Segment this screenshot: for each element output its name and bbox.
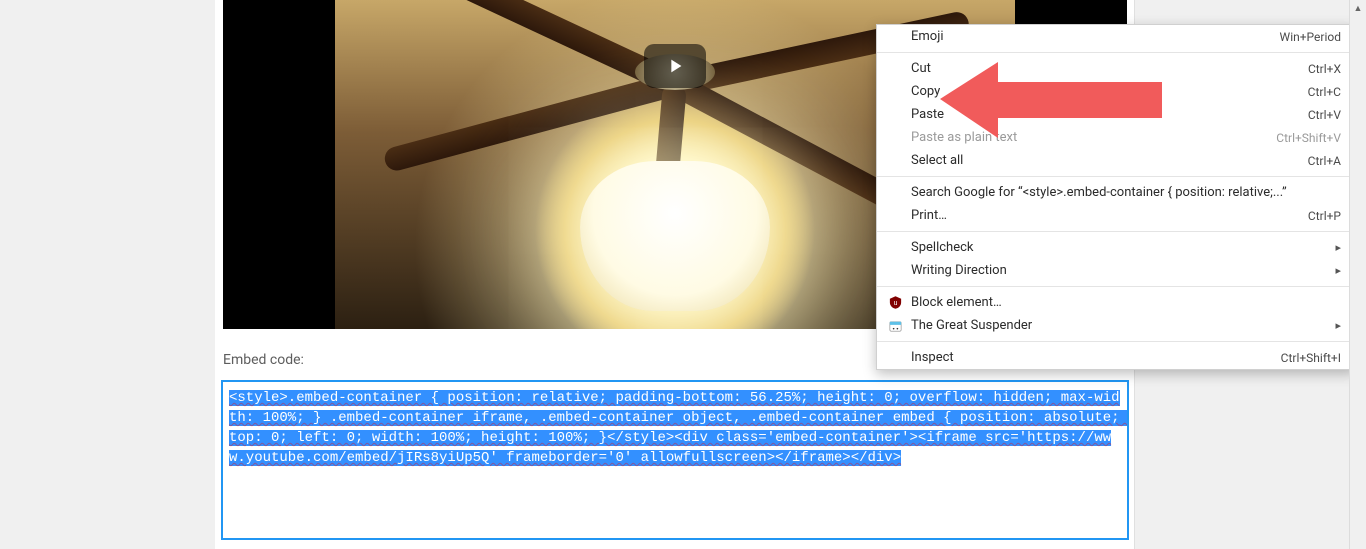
scrollbar-up-icon[interactable]: ▲ [1350,0,1366,17]
context-menu-item-paste[interactable]: Paste Ctrl+V [877,103,1355,126]
context-menu-separator [877,52,1355,53]
context-menu-item-spellcheck[interactable]: Spellcheck [877,236,1355,259]
context-menu-item-accelerator: Ctrl+Shift+V [1276,131,1341,145]
suspender-icon [887,318,903,334]
context-menu-item-label: Writing Direction [911,263,1007,278]
context-menu-item-inspect[interactable]: Inspect Ctrl+Shift+I [877,346,1355,369]
context-menu-item-accelerator: Win+Period [1280,30,1341,44]
decorative [382,73,678,174]
context-menu-item-block-element[interactable]: u Block element… [877,291,1355,314]
context-menu-item-search-google-for-style-embed-container-[interactable]: Search Google for “<style>.embed-contain… [877,181,1355,204]
decorative [580,161,770,311]
page-root: Embed code: <style>.embed-container { po… [0,0,1366,549]
context-menu-item-label: The Great Suspender [911,318,1032,333]
context-menu-separator [877,286,1355,287]
context-menu-item-label: Paste [911,107,944,122]
context-menu-item-label: Block element… [911,295,1002,310]
context-menu-separator [877,231,1355,232]
context-menu-item-cut[interactable]: Cut Ctrl+X [877,57,1355,80]
context-menu-item-the-great-suspender[interactable]: The Great Suspender [877,314,1355,337]
svg-text:u: u [893,300,897,307]
context-menu-item-writing-direction[interactable]: Writing Direction [877,259,1355,282]
context-menu-item-label: Print… [911,208,947,223]
vertical-scrollbar[interactable]: ▲ [1349,0,1366,549]
context-menu: Emoji Win+Period Cut Ctrl+X Copy Ctrl+C Paste C… [876,24,1356,370]
context-menu-item-copy[interactable]: Copy Ctrl+C [877,80,1355,103]
context-menu-item-label: Cut [911,61,931,76]
context-menu-item-accelerator: Ctrl+V [1308,108,1341,122]
context-menu-item-label: Emoji [911,29,943,44]
context-menu-item-label: Search Google for “<style>.embed-contain… [911,185,1287,200]
ublock-icon: u [887,295,903,311]
embed-code-selection: <style>.embed-container { position: rela… [229,390,1128,466]
play-icon [664,55,686,77]
context-menu-item-accelerator: Ctrl+Shift+I [1281,351,1341,365]
context-menu-separator [877,176,1355,177]
context-menu-item-accelerator: Ctrl+X [1308,62,1341,76]
context-menu-item-emoji[interactable]: Emoji Win+Period [877,25,1355,48]
context-menu-item-paste-as-plain-text: Paste as plain text Ctrl+Shift+V [877,126,1355,149]
context-menu-item-print[interactable]: Print… Ctrl+P [877,204,1355,227]
context-menu-item-label: Spellcheck [911,240,974,255]
embed-code-label: Embed code: [223,352,304,368]
embed-code-textarea[interactable]: <style>.embed-container { position: rela… [221,380,1129,540]
play-button[interactable] [644,44,706,88]
context-menu-item-label: Inspect [911,350,954,365]
context-menu-separator [877,341,1355,342]
context-menu-item-accelerator: Ctrl+P [1308,209,1341,223]
context-menu-item-label: Copy [911,84,940,99]
context-menu-item-label: Select all [911,153,963,168]
context-menu-item-label: Paste as plain text [911,130,1017,145]
context-menu-item-accelerator: Ctrl+A [1308,154,1341,168]
context-menu-item-accelerator: Ctrl+C [1308,85,1341,99]
context-menu-item-select-all[interactable]: Select all Ctrl+A [877,149,1355,172]
